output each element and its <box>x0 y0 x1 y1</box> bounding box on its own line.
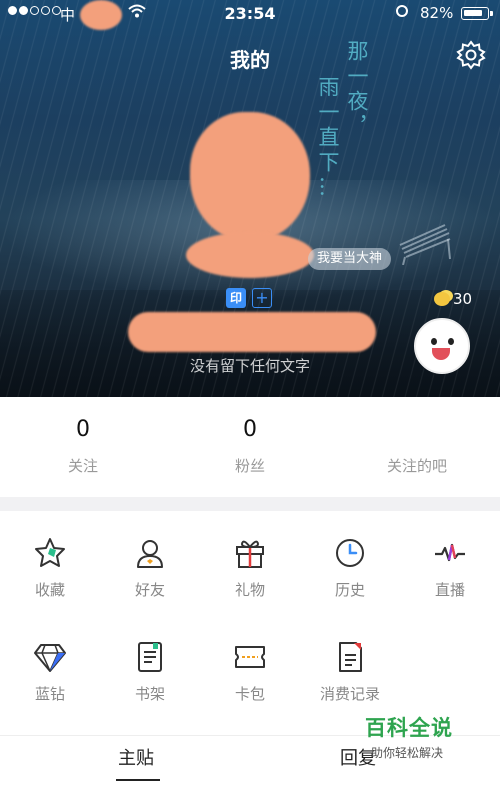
stat-label: 关注的吧 <box>386 457 447 475</box>
status-bar: 中 23:54 82% <box>0 0 500 28</box>
section-divider <box>0 497 500 511</box>
menu-item-label: 礼物 <box>234 581 265 599</box>
seal-badge[interactable]: 印 <box>226 288 246 308</box>
menu-item-bookshelf[interactable]: 书架 <box>100 639 200 704</box>
watermark-title: 百科全说 <box>365 716 453 740</box>
username[interactable] <box>128 312 376 352</box>
stat-followed-bars[interactable]: 关注的吧 <box>334 397 500 476</box>
menu-item-consumption-record[interactable]: 消费记录 <box>300 639 400 704</box>
redacted-avatar-bottom <box>186 232 314 278</box>
battery-cap <box>490 11 493 16</box>
favorite-star-icon <box>35 538 65 567</box>
active-tab-indicator <box>116 779 160 781</box>
friend-person-icon <box>137 540 163 568</box>
tab-main-posts[interactable]: 主贴 <box>118 744 154 770</box>
settings-gear-icon[interactable] <box>455 39 487 71</box>
stat-label: 粉丝 <box>234 457 265 475</box>
consumption-record-icon <box>339 642 362 672</box>
menu-item-label: 历史 <box>334 581 365 599</box>
become-master-tag[interactable]: 我要当大神 <box>308 248 392 270</box>
menu-item-card-pack[interactable]: 卡包 <box>200 639 300 704</box>
menu-item-friends[interactable]: 好友 <box>100 535 200 600</box>
menu-item-label: 收藏 <box>34 581 65 599</box>
coin-count: 30 <box>453 290 473 308</box>
history-clock-icon <box>336 539 364 567</box>
coin-icon <box>434 292 450 306</box>
battery-percentage: 82% <box>420 4 454 22</box>
avatar[interactable] <box>190 112 310 242</box>
blue-diamond-icon <box>34 644 66 672</box>
watermark: 百科全说 助你轻松解决 <box>365 712 495 761</box>
menu-item-label: 好友 <box>134 581 165 599</box>
bench-illustration <box>399 224 451 265</box>
card-pack-icon <box>235 646 265 668</box>
menu-item-label: 卡包 <box>234 685 265 703</box>
add-badge-button[interactable]: + <box>252 288 272 308</box>
page-title: 我的 <box>230 48 270 72</box>
battery-icon <box>461 7 489 20</box>
stat-value: 0 <box>76 417 90 442</box>
background-poem-column-left: 雨一直下… <box>316 76 340 201</box>
orientation-lock-icon <box>396 5 408 17</box>
menu-item-history[interactable]: 历史 <box>300 535 400 600</box>
menu-item-label: 消费记录 <box>319 685 380 703</box>
user-badges: 印 + <box>226 288 272 308</box>
stat-fans[interactable]: 0 粉丝 <box>167 397 333 476</box>
menu-item-label: 蓝钻 <box>34 685 65 703</box>
stat-label: 关注 <box>67 457 98 475</box>
menu-item-label: 直播 <box>434 581 465 599</box>
menu-item-gifts[interactable]: 礼物 <box>200 535 300 600</box>
bookshelf-icon <box>138 642 162 672</box>
background-poem-column-right: 那一夜， <box>345 40 369 140</box>
stat-value: 0 <box>243 417 257 442</box>
gift-icon <box>236 540 264 568</box>
menu-item-blue-diamond[interactable]: 蓝钻 <box>0 639 100 704</box>
menu-item-favorites[interactable]: 收藏 <box>0 535 100 600</box>
menu-item-label: 书架 <box>134 685 165 703</box>
stats-row: 0 关注 0 粉丝 关注的吧 <box>0 397 500 497</box>
stat-following[interactable]: 0 关注 <box>0 397 166 476</box>
mascot-sticker-icon[interactable] <box>414 318 470 374</box>
coin-balance[interactable]: 30 <box>434 290 472 308</box>
watermark-subtitle: 助你轻松解决 <box>371 746 444 760</box>
menu-item-live[interactable]: 直播 <box>400 535 500 600</box>
live-wave-icon <box>435 543 465 562</box>
redacted-carrier <box>80 0 122 30</box>
stat-value <box>334 417 500 447</box>
